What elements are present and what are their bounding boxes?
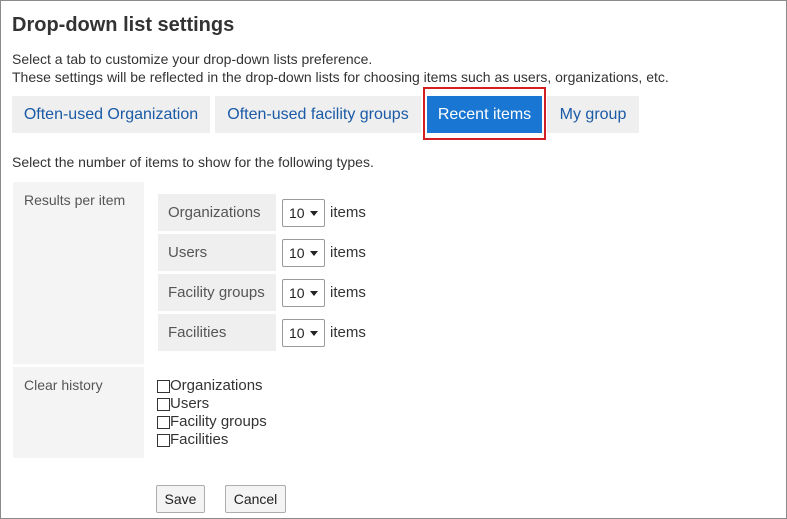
users-count-value: 10 [289,245,305,261]
cancel-button[interactable]: Cancel [225,485,286,513]
tab-my-group[interactable]: My group [547,96,639,133]
chevron-down-icon [310,331,318,336]
clear-users-checkbox[interactable] [157,398,170,411]
clear-organizations-checkbox[interactable] [157,380,170,393]
tab-often-used-facility-groups[interactable]: Often-used facility groups [215,96,421,133]
results-per-item-label: Results per item [13,182,144,364]
organizations-unit-label: items [330,204,366,221]
instruction-text: Select the number of items to show for t… [12,154,374,170]
facilities-count-value: 10 [289,325,305,341]
facility-groups-count-value: 10 [289,285,305,301]
clear-organizations-label[interactable]: Organizations [170,377,263,394]
clear-history-label: Clear history [13,367,144,458]
organizations-count-value: 10 [289,205,305,221]
results-label-users: Users [158,234,276,271]
clear-facility-groups-label[interactable]: Facility groups [170,413,267,430]
results-label-organizations: Organizations [158,194,276,231]
chevron-down-icon [310,291,318,296]
tab-often-used-organization[interactable]: Often-used Organization [12,96,210,133]
page-description-line2: These settings will be reflected in the … [12,69,669,85]
results-label-facilities: Facilities [158,314,276,351]
facilities-count-select[interactable]: 10 [282,319,325,347]
save-button[interactable]: Save [156,485,205,513]
users-unit-label: items [330,244,366,261]
clear-facility-groups-checkbox[interactable] [157,416,170,429]
chevron-down-icon [310,211,318,216]
organizations-count-select[interactable]: 10 [282,199,325,227]
clear-users-label[interactable]: Users [170,395,209,412]
clear-facilities-label[interactable]: Facilities [170,431,228,448]
facility-groups-unit-label: items [330,284,366,301]
chevron-down-icon [310,251,318,256]
active-tab-highlight [423,87,546,140]
page-title: Drop-down list settings [12,14,235,36]
page-description-line1: Select a tab to customize your drop-down… [12,51,373,67]
facility-groups-count-select[interactable]: 10 [282,279,325,307]
results-label-facility-groups: Facility groups [158,274,276,311]
users-count-select[interactable]: 10 [282,239,325,267]
facilities-unit-label: items [330,324,366,341]
clear-facilities-checkbox[interactable] [157,434,170,447]
